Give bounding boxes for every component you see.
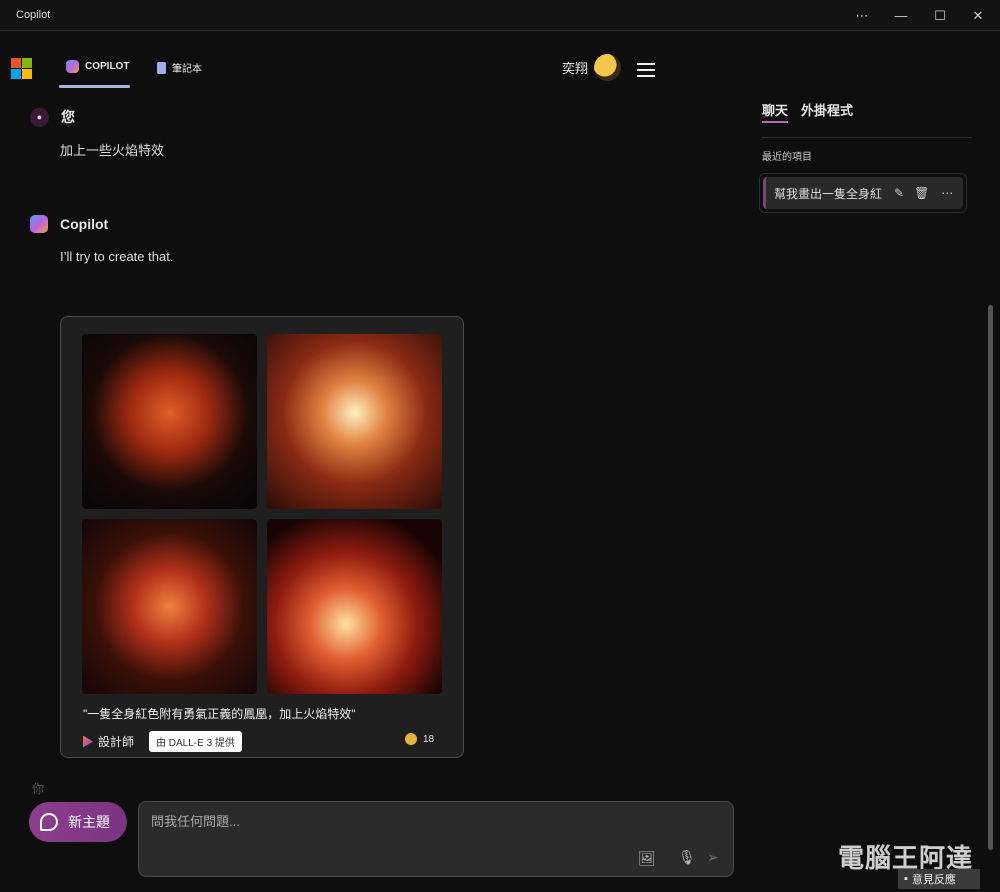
image-upload-icon[interactable]: 🖼 — [638, 850, 656, 867]
next-message-author: 你 — [32, 782, 45, 796]
divider — [762, 137, 972, 138]
feedback-button[interactable]: ▪ 意見反應 — [898, 869, 980, 889]
chat-input[interactable] — [151, 814, 711, 829]
user-message-text: 加上一些火焰特效 — [60, 143, 165, 158]
more-icon[interactable]: ⋯ — [941, 186, 953, 200]
dalle-badge: 由 DALL-E 3 提供 — [149, 731, 242, 752]
more-icon[interactable]: ⋯ — [842, 0, 882, 31]
menu-icon[interactable] — [637, 63, 655, 81]
recent-item-title: 幫我畫出一隻全身紅 — [774, 186, 883, 201]
copilot-message-text: I’ll try to create that. — [60, 249, 174, 264]
phoenix-image-4[interactable] — [267, 519, 442, 694]
recent-item[interactable]: 幫我畫出一隻全身紅 ✎ 🗑 ⋯ — [759, 173, 967, 213]
sidebar-tab-plugins[interactable]: 外掛程式 — [801, 100, 853, 123]
window-title: Copilot — [16, 9, 51, 21]
user-icon: ● — [30, 107, 49, 127]
image-result-card: "一隻全身紅色附有勇氣正義的鳳凰，加上火焰特效" 設計師 由 DALL-E 3 … — [60, 316, 464, 758]
title-bar: Copilot ⋯ — ☐ ✕ — [0, 0, 1000, 31]
chat-composer: 🖼 🎙 ➢ — [138, 801, 734, 877]
user-message-header: ● 您 — [30, 107, 75, 127]
top-nav: COPILOT 筆記本 奕翔 — [0, 52, 740, 90]
microsoft-logo — [11, 58, 32, 79]
coin-icon — [405, 733, 417, 745]
minimize-button[interactable]: — — [881, 0, 921, 31]
close-button[interactable]: ✕ — [958, 0, 998, 31]
designer-link[interactable]: 設計師 由 DALL-E 3 提供 — [83, 731, 242, 752]
phoenix-image-1[interactable] — [82, 334, 257, 509]
user-profile[interactable]: 奕翔 — [562, 54, 622, 81]
notebook-icon — [157, 61, 166, 74]
designer-icon — [83, 735, 93, 748]
new-chat-icon — [40, 813, 58, 831]
avatar[interactable] — [594, 54, 622, 81]
maximize-button[interactable]: ☐ — [920, 0, 960, 31]
phoenix-image-2[interactable] — [267, 334, 442, 509]
feedback-icon: ▪ — [904, 873, 908, 885]
delete-icon[interactable]: 🗑 — [914, 186, 929, 200]
phoenix-image-3[interactable] — [82, 519, 257, 694]
active-tab-indicator — [59, 85, 130, 88]
edit-icon[interactable]: ✎ — [894, 186, 904, 200]
new-topic-button[interactable]: 新主題 — [29, 802, 127, 842]
boost-count: 18 — [405, 733, 434, 745]
sidebar: 聊天 外掛程式 最近的項目 幫我畫出一隻全身紅 ✎ 🗑 ⋯ — [759, 100, 972, 213]
copilot-message-header: Copilot — [30, 215, 108, 233]
sidebar-tab-chat[interactable]: 聊天 — [762, 100, 789, 123]
recent-label: 最近的項目 — [762, 152, 812, 163]
microphone-icon[interactable]: 🎙 — [678, 849, 696, 866]
tab-notebook[interactable]: 筆記本 — [157, 60, 202, 75]
image-caption: "一隻全身紅色附有勇氣正義的鳳凰，加上火焰特效" — [83, 707, 356, 721]
tab-copilot[interactable]: COPILOT — [66, 60, 129, 73]
send-icon[interactable]: ➢ — [707, 849, 719, 866]
copilot-icon — [30, 215, 48, 233]
scrollbar[interactable] — [988, 305, 993, 850]
copilot-icon — [66, 60, 79, 73]
